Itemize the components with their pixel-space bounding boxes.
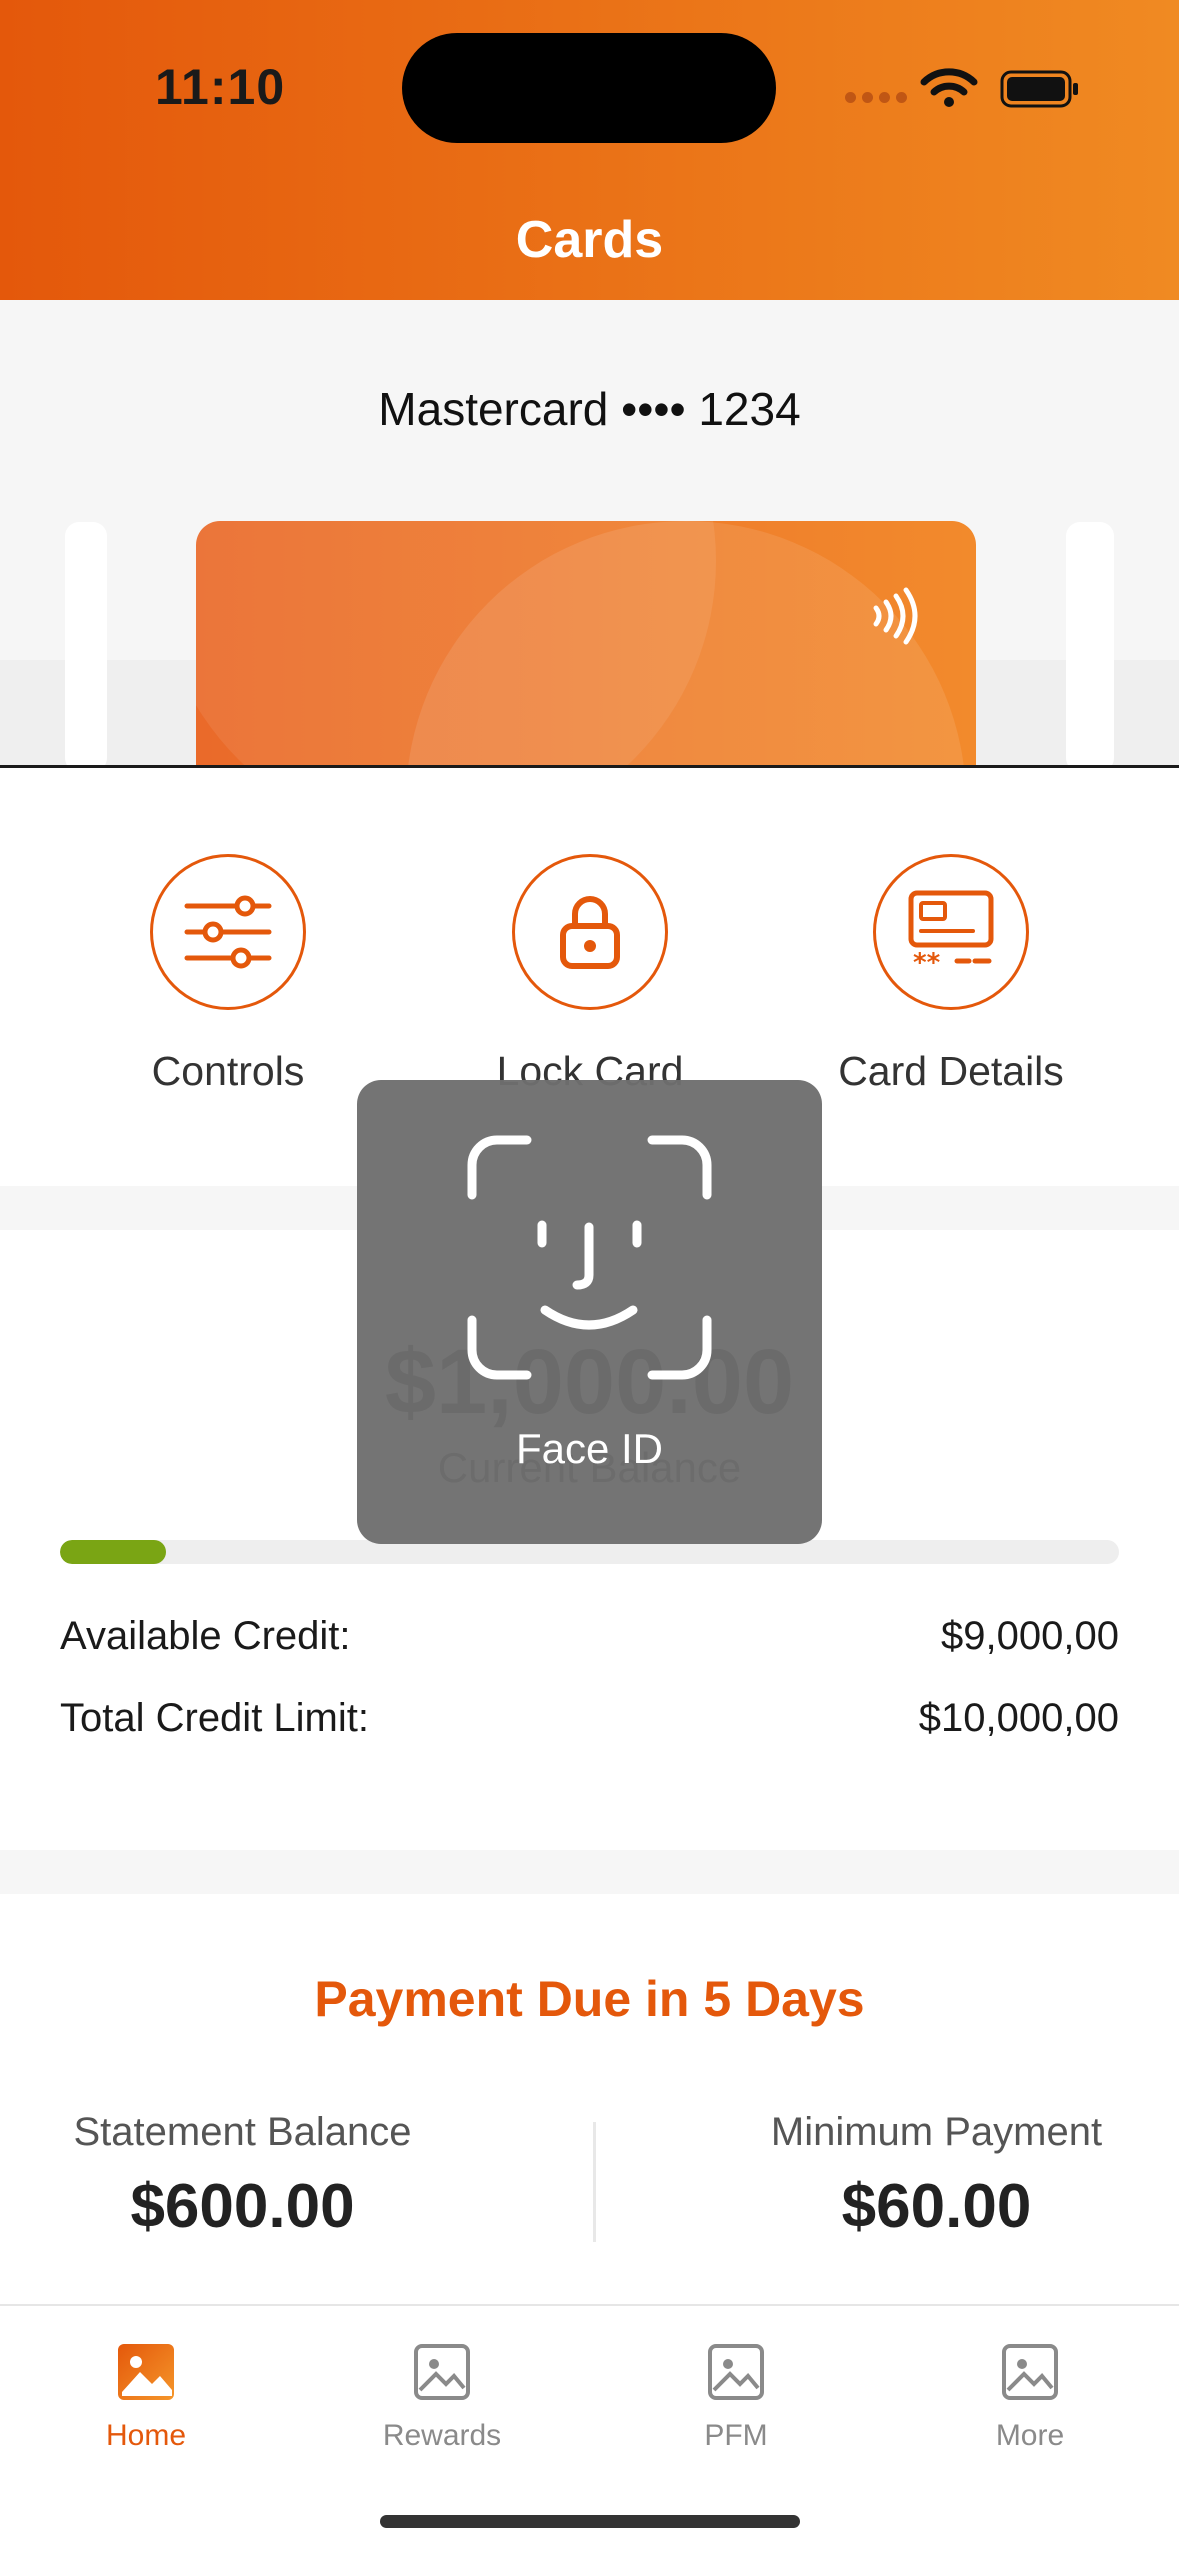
card-details-icon: ** <box>908 890 994 977</box>
status-time: 11:10 <box>155 59 286 115</box>
card-details-button[interactable]: ** Card Details <box>801 854 1101 1095</box>
available-credit-value: $9,000,00 <box>941 1614 1119 1658</box>
minimum-payment: Minimum Payment $60.00 <box>754 2110 1119 2242</box>
wifi-icon <box>920 68 978 107</box>
card-name: Mastercard •••• 1234 <box>378 383 801 435</box>
pfm-image-icon <box>708 2344 764 2400</box>
contactless-icon <box>873 587 918 645</box>
available-credit-row: Available Credit: $9,000,00 <box>60 1614 1119 1659</box>
faceid-label: Face ID <box>515 1425 664 1472</box>
payment-section: Payment Due in 5 Days Statement Balance … <box>0 1894 1179 2304</box>
controls-button[interactable]: Controls <box>78 854 378 1095</box>
lock-icon <box>560 896 620 969</box>
battery-icon <box>1000 70 1078 108</box>
credit-limit-row: Total Credit Limit: $10,000,00 <box>60 1696 1119 1741</box>
card-carousel[interactable]: Mastercard •••• 1234 <box>0 300 1179 781</box>
credit-limit-value: $10,000,00 <box>918 1696 1119 1740</box>
credit-limit-label: Total Credit Limit: <box>60 1696 369 1740</box>
tab-more[interactable]: More <box>930 2342 1130 2453</box>
statement-balance: Statement Balance $600.00 <box>60 2110 425 2242</box>
faceid-overlay: Face ID <box>357 1080 822 1544</box>
tab-pfm[interactable]: PFM <box>636 2342 836 2453</box>
payment-divider <box>593 2122 596 2242</box>
home-indicator[interactable] <box>380 2515 800 2528</box>
lock-card-button[interactable]: Lock Card <box>440 854 740 1095</box>
header-bar: 11:10 Cards <box>0 0 1179 300</box>
home-image-icon <box>118 2344 174 2400</box>
card-details-label: Card Details <box>838 1048 1064 1094</box>
cellular-signal-icon <box>845 92 907 103</box>
credit-usage-fill <box>60 1540 166 1564</box>
payment-due-title: Payment Due in 5 Days <box>314 1971 865 2027</box>
faceid-icon <box>467 1135 712 1380</box>
next-card[interactable] <box>1066 522 1114 772</box>
svg-text:**: ** <box>913 948 941 977</box>
available-credit-label: Available Credit: <box>60 1614 351 1658</box>
card-image[interactable] <box>196 521 976 781</box>
more-image-icon <box>1002 2344 1058 2400</box>
rewards-image-icon <box>414 2344 470 2400</box>
minimum-payment-label: Minimum Payment <box>770 2110 1103 2154</box>
statement-balance-label: Statement Balance <box>73 2110 412 2154</box>
previous-card[interactable] <box>65 522 107 772</box>
statement-balance-value: $600.00 <box>130 2172 355 2241</box>
sliders-icon <box>184 895 272 969</box>
tab-rewards[interactable]: Rewards <box>342 2342 542 2453</box>
tab-home[interactable]: Home <box>46 2342 246 2453</box>
controls-label: Controls <box>151 1048 305 1094</box>
dynamic-island <box>402 33 776 143</box>
minimum-payment-value: $60.00 <box>841 2172 1032 2241</box>
page-title: Cards <box>515 211 664 269</box>
